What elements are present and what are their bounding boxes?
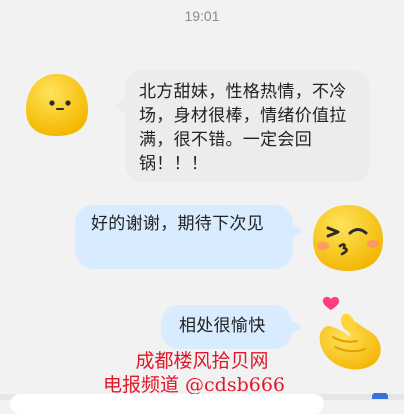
message-input[interactable] (10, 394, 324, 414)
yellow-blob-smile-icon[interactable] (22, 70, 92, 140)
message-bubble-sent: 相处很愉快 (161, 305, 302, 349)
send-button[interactable] (372, 393, 388, 399)
message-bubble-sent: 好的谢谢，期待下次见 (75, 205, 303, 269)
yellow-blob-kiss-wink-icon[interactable] (310, 202, 386, 274)
watermark-line-1: 成都楼风拾贝网 (135, 350, 269, 372)
chat-timestamp: 19:01 (184, 8, 220, 24)
message-bubble-received: 北方甜妹，性格热情，不冷场，身材很棒，情绪价值拉满，很不错。一定会回锅！！！ (115, 70, 370, 182)
